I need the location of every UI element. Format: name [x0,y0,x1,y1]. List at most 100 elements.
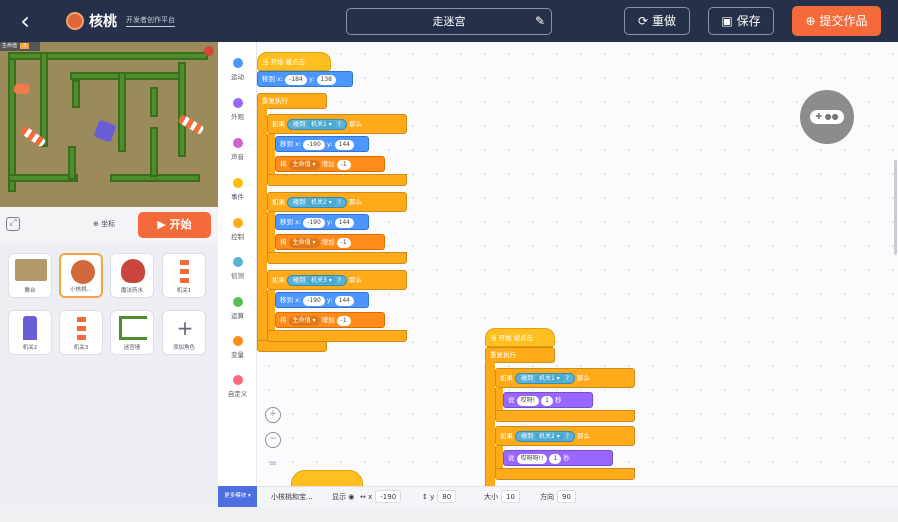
direction-input[interactable]: 90 [557,490,576,503]
maze-wall [72,80,80,108]
forever-arm [257,108,267,340]
category-operators[interactable]: 运算 [218,297,257,320]
hud-life: 生命值 3 [0,42,40,51]
category-sound[interactable]: 声音 [218,138,257,161]
gamepad-icon: ✚ ●● [810,110,844,124]
trap3-thumbnail [77,316,86,340]
maze-wall [68,146,76,180]
when-start-clicked-block[interactable]: 当 开始 被点击 [257,52,331,71]
y-position: ↕ y 80 [422,487,457,508]
zoom-in-button[interactable]: + [265,407,281,423]
maze-wall [40,52,48,147]
if-arm [495,388,503,410]
add-sprite-button[interactable]: + 添加角色 [162,310,206,355]
category-variables[interactable]: 变量 [218,336,257,359]
if-foot [267,174,407,186]
goto-xy-block[interactable]: 移到 x: -190 y: 144 [275,214,369,230]
chevron-left-icon: ‹ [20,7,30,35]
forever-arm [485,362,495,486]
forever-block[interactable]: 重复执行 [257,93,327,109]
pencil-icon[interactable]: ✎ [535,9,545,34]
goto-xy-block[interactable]: 移到 x: -190 y: 144 [275,136,369,152]
potion-thumbnail [121,259,145,283]
goto-xy-block[interactable]: 移到 x: -190 y: 144 [275,292,369,308]
coordinate-toggle[interactable]: ⊕ 坐标 [93,219,115,229]
category-sensing[interactable]: 侦测 [218,257,257,280]
bottom-strip [0,507,898,522]
save-icon: ▣ [721,14,733,28]
if-foot [267,330,407,342]
offscreen-hat-block[interactable] [291,470,363,486]
sprite-stage[interactable]: 舞台 [8,253,52,298]
zoom-reset-button[interactable]: = [268,458,278,469]
zoom-out-button[interactable]: − [265,432,281,448]
if-block-5[interactable]: 如果 碰到 机关2 ▾ ? 那么 [495,426,635,446]
category-motion[interactable]: 运动 [218,58,257,81]
if-arm [495,446,503,468]
x-position-input[interactable]: -190 [375,490,402,503]
looks-dot-icon [232,98,243,108]
sprite-player[interactable]: 小核桃... [59,253,103,298]
when-start-clicked-block[interactable]: 当 开始 被点击 [485,328,555,347]
visibility-toggle[interactable]: 显示 ◉ [332,487,354,508]
stage-controls: ⤢ ⊕ 坐标 ▶ 开始 [0,207,218,243]
sprite-trap2[interactable]: 机关2 [8,310,52,355]
y-input[interactable]: 138 [316,75,336,85]
start-button[interactable]: ▶ 开始 [138,212,211,238]
operators-dot-icon [232,297,243,307]
workspace-scrollbar[interactable] [894,160,897,255]
forever-block[interactable]: 重复执行 [485,347,555,363]
if-block-3[interactable]: 如果 碰到 机关3 ▾ ? 那么 [267,270,407,290]
sprite-trap3[interactable]: 机关3 [59,310,103,355]
more-blocks-button[interactable]: 更多模块 ▾ [218,486,257,507]
reset-icon: ⟳ [638,14,649,28]
x-input[interactable]: -184 [285,75,307,85]
save-button[interactable]: ▣ 保存 [708,7,774,35]
say-for-secs-block[interactable]: 说 哎呀! 1 秒 [503,392,593,408]
touching-block[interactable]: 碰到 机关2 ▾ ? [287,197,347,208]
touching-block[interactable]: 碰到 机关2 ▾ ? [515,431,575,442]
size-input[interactable]: 10 [501,490,520,503]
if-arm [267,134,275,174]
project-title-field[interactable]: 走迷宫 ✎ [346,8,552,35]
submit-button[interactable]: ⊕ 提交作品 [792,6,881,36]
if-foot [267,252,407,264]
sprite-potion[interactable]: 魔法药水 [110,253,154,298]
category-custom[interactable]: 自定义 [218,375,257,398]
change-variable-block[interactable]: 将 生命值 ▾ 增加 -1 [275,312,385,328]
maze-wall [118,72,126,152]
category-control[interactable]: 控制 [218,218,257,241]
player-sprite [14,84,30,94]
if-foot [495,468,635,480]
top-bar: ‹ 核桃 开发者创作平台 走迷宫 ✎ ⟳ 重做 ▣ 保存 ⊕ 提交作品 [0,0,898,42]
say-for-secs-block[interactable]: 说 哎呀呀!! 1 秒 [503,450,613,466]
gamepad-button[interactable]: ✚ ●● [800,90,854,144]
stage-canvas[interactable]: 生命值 3 [0,42,218,207]
change-variable-block[interactable]: 将 生命值 ▾ 增加 -1 [275,234,385,250]
category-events[interactable]: 事件 [218,178,257,201]
sensing-dot-icon [232,257,243,267]
hammer-sprite [93,119,117,143]
touching-block[interactable]: 碰到 机关3 ▾ ? [287,275,347,286]
if-block-4[interactable]: 如果 碰到 机关1 ▾ ? 那么 [495,368,635,388]
y-position-input[interactable]: 80 [437,490,457,503]
eye-icon: ◉ [348,493,355,501]
sprite-maze-wall[interactable]: 迷宫墙 [110,310,154,355]
category-looks[interactable]: 外观 [218,98,257,121]
sprite-trap1[interactable]: 机关1 [162,253,206,298]
potion-sprite [204,46,214,56]
change-variable-block[interactable]: 将 生命值 ▾ 增加 -1 [275,156,385,172]
back-button[interactable]: ‹ [8,6,42,36]
chevron-down-icon: ▾ [248,493,251,499]
reset-button[interactable]: ⟳ 重做 [624,7,690,35]
if-block-1[interactable]: 如果 碰到 机关1 ▾ ? 那么 [267,114,407,134]
if-block-2[interactable]: 如果 碰到 机关2 ▾ ? 那么 [267,192,407,212]
maze-thumbnail [119,316,147,340]
goto-xy-block[interactable]: 移到 x: -184 y: 138 [257,71,353,87]
sprite-info-bar: 小核桃和宝... 显示 ◉ ↔ x -190 ↕ y 80 大小 10 方向 90 [257,486,898,507]
walnut-logo-icon [66,12,84,30]
fullscreen-icon[interactable]: ⤢ [6,217,20,231]
direction: 方向 90 [540,487,576,508]
touching-block[interactable]: 碰到 机关1 ▾ ? [515,373,575,384]
touching-block[interactable]: 碰到 机关1 ▾ ? [287,119,347,130]
